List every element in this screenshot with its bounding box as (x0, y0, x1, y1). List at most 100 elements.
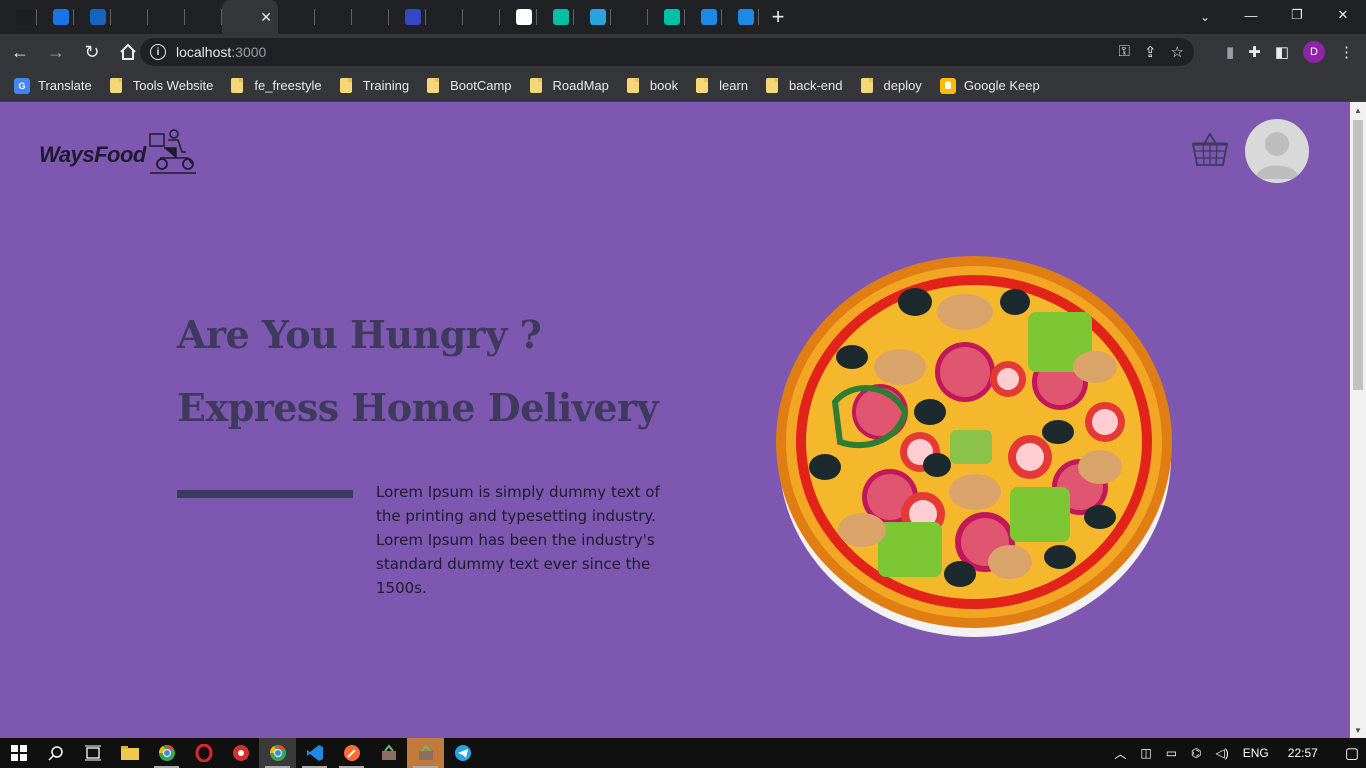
extension-icon[interactable]: ▮ (1226, 43, 1234, 61)
logo[interactable]: WaysFood (39, 126, 196, 176)
clock[interactable]: 22:57 (1288, 746, 1318, 760)
shopping-basket-icon[interactable] (1190, 132, 1230, 168)
windows-start-icon[interactable] (0, 738, 37, 768)
bookmark-item[interactable]: Google Keep (939, 77, 1040, 94)
bookmark-item[interactable]: learn (696, 78, 748, 93)
profile-avatar[interactable]: D (1303, 41, 1325, 63)
page-viewport: WaysFood Are You Hungry ? Express Home D… (0, 102, 1366, 738)
restore-icon[interactable]: ❐ (1274, 0, 1320, 30)
logo-text: WaysFood (39, 142, 146, 167)
language-indicator[interactable]: ENG (1243, 746, 1269, 760)
sail-icon (127, 9, 143, 25)
bookmark-item[interactable]: book (626, 78, 678, 93)
browser-tab[interactable]: [Pr (463, 0, 500, 34)
browser-tab[interactable]: use (315, 0, 352, 34)
url-text: localhost:3000 (176, 44, 267, 60)
browser-tab[interactable]: Ho (685, 0, 722, 34)
scroll-up-icon[interactable]: ▲ (1350, 102, 1366, 118)
browser-tab[interactable]: Git (352, 0, 389, 34)
window-controls: — ❐ ✕ (1228, 0, 1366, 34)
meet-now-icon[interactable]: ◫ (1140, 746, 1151, 760)
scroll-down-icon[interactable]: ▼ (1350, 722, 1366, 738)
browser-tab[interactable]: Wa (278, 0, 315, 34)
folder-icon (339, 78, 352, 93)
browser-tab[interactable]: car (185, 0, 222, 34)
page-scrollbar[interactable]: ▲ ▼ (1350, 102, 1366, 738)
basket-app-active-icon[interactable] (407, 738, 444, 768)
share-icon[interactable]: ⇪ (1144, 43, 1157, 61)
folder-icon (427, 78, 440, 93)
app-red-icon[interactable] (222, 738, 259, 768)
search-icon[interactable] (37, 738, 74, 768)
windows-taskbar: ︿ ◫ ▭ ⌬ ◁) ENG 22:57 ▢ (0, 738, 1366, 768)
bookmark-item[interactable]: fe_freestyle (231, 78, 322, 93)
scroll-thumb[interactable] (1353, 120, 1363, 390)
browser-tab[interactable]: Ro (426, 0, 463, 34)
browser-tab[interactable]: Ha (74, 0, 111, 34)
browser-tab[interactable]: loc (111, 0, 148, 34)
opera-icon[interactable] (185, 738, 222, 768)
chrome-active-icon[interactable] (259, 738, 296, 768)
hero-description: Lorem Ipsum is simply dummy text of the … (376, 483, 660, 597)
tray-chevron-icon[interactable]: ︿ (1114, 745, 1126, 762)
key-icon[interactable]: ⚿ (1119, 43, 1130, 61)
minimize-icon[interactable]: — (1228, 0, 1274, 30)
close-window-icon[interactable]: ✕ (1320, 0, 1366, 30)
star-icon[interactable]: ☆ (1171, 43, 1184, 61)
bookmarks-bar: G Translate Tools Website fe_freestyle Train… (0, 70, 1366, 102)
browser-tab[interactable]: Un (37, 0, 74, 34)
forward-arrow-icon[interactable]: → (40, 36, 72, 68)
bookmark-item[interactable]: G Translate (14, 77, 92, 94)
bookmark-label: Google Keep (963, 78, 1040, 93)
file-explorer-icon[interactable] (111, 738, 148, 768)
bookmark-item[interactable]: Training (339, 78, 410, 93)
user-avatar[interactable] (1245, 119, 1309, 183)
browser-tab[interactable]: Ne (648, 0, 685, 34)
bookmark-label: fe_freestyle (254, 78, 322, 93)
folder-icon (860, 78, 873, 93)
folder-icon (529, 78, 542, 93)
browser-tab[interactable]: Ne (537, 0, 574, 34)
browser-tab[interactable]: Tel (574, 0, 611, 34)
delivery-scooter-icon (149, 129, 196, 174)
browser-tab[interactable]: Tra (611, 0, 648, 34)
browser-tab[interactable]: Wa (148, 0, 185, 34)
task-view-icon[interactable] (74, 738, 111, 768)
volume-icon[interactable]: ◁) (1216, 746, 1229, 760)
postman-icon[interactable] (333, 738, 370, 768)
browser-tab[interactable]: Un (722, 0, 759, 34)
vscode-icon (331, 9, 347, 25)
bookmark-label: Training (362, 78, 410, 93)
browser-tab[interactable]: Clc (389, 0, 426, 34)
vscode-icon[interactable] (296, 738, 333, 768)
browser-tab[interactable]: ✕ (222, 0, 278, 34)
reload-icon[interactable]: ↻ (76, 36, 108, 68)
bookmark-item[interactable]: back-end (766, 78, 843, 93)
site-info-icon[interactable]: i (150, 44, 166, 60)
bookmark-label: back-end (789, 78, 843, 93)
folder-icon (109, 78, 122, 93)
tab-search-chevron-icon[interactable]: ⌄ (1190, 0, 1220, 34)
browser-tab[interactable]: pa (500, 0, 537, 34)
notifications-icon[interactable]: ▢ (1345, 744, 1359, 762)
chrome-icon[interactable] (148, 738, 185, 768)
bookmark-item[interactable]: deploy (860, 78, 922, 93)
back-arrow-icon[interactable]: ← (4, 36, 36, 68)
m-icon (553, 9, 569, 25)
telegram-icon[interactable] (444, 738, 481, 768)
network-icon[interactable]: ⌬ (1191, 746, 1201, 760)
address-bar[interactable]: i localhost:3000 ⚿ ⇪ ☆ (140, 38, 1194, 66)
menu-icon[interactable]: ⋮ (1339, 43, 1354, 61)
close-tab-icon[interactable]: ✕ (260, 9, 272, 26)
new-tab-icon[interactable]: + (759, 0, 797, 34)
puzzle-icon[interactable]: ✚ (1248, 43, 1261, 61)
bookmark-item[interactable]: Tools Website (109, 78, 213, 93)
user-silhouette-icon (1255, 132, 1299, 179)
side-panel-icon[interactable]: ◧ (1275, 43, 1289, 61)
browser-tab[interactable]: Fo (0, 0, 37, 34)
basket-app-icon[interactable] (370, 738, 407, 768)
bookmark-item[interactable]: BootCamp (427, 78, 512, 93)
bookmark-item[interactable]: RoadMap (529, 78, 609, 93)
battery-icon[interactable]: ▭ (1166, 746, 1177, 760)
godm-icon (90, 9, 106, 25)
